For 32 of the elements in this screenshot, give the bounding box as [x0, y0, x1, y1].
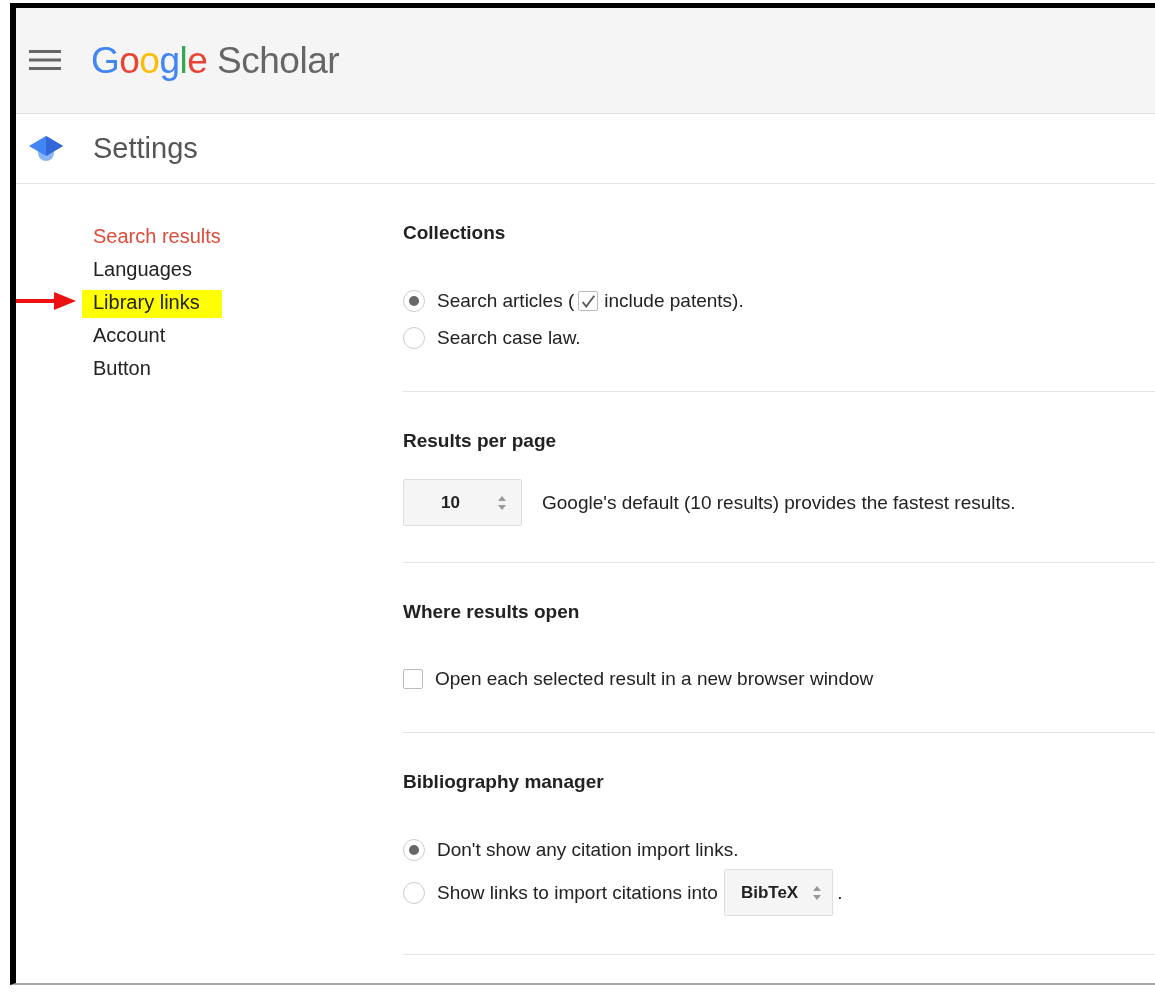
section-heading: Results per page	[403, 429, 558, 453]
menu-icon[interactable]	[29, 49, 61, 70]
sidebar-item[interactable]: Button	[93, 357, 151, 380]
option-label: Search case law.	[437, 327, 581, 349]
checkbox[interactable]	[403, 669, 423, 689]
section-heading: Where results open	[403, 600, 581, 624]
checkbox[interactable]	[578, 291, 599, 311]
logo[interactable]: Google Scholar	[91, 39, 340, 82]
radio-button[interactable]	[403, 327, 425, 349]
results-select[interactable]: 10	[403, 479, 522, 526]
radio-button[interactable]	[403, 839, 425, 861]
sidebar-item[interactable]: Search results	[93, 225, 221, 248]
radio-button[interactable]	[403, 290, 425, 312]
option-label: Search articles (	[437, 290, 575, 312]
section-heading: Bibliography manager	[403, 770, 605, 794]
spinner-icon	[812, 884, 823, 901]
sidebar-item[interactable]: Account	[93, 324, 166, 347]
select-note: Google's default (10 results) provides the fastest results.	[542, 491, 1016, 514]
spinner-icon	[497, 494, 507, 511]
sidebar-item[interactable]: Library links	[93, 291, 200, 314]
option-label: Show links to import citations into	[437, 881, 718, 904]
format-select[interactable]: BibTeX	[723, 869, 834, 916]
arrow-icon	[16, 290, 76, 312]
sidebar-item[interactable]: Languages	[93, 258, 192, 281]
radio-button[interactable]	[403, 881, 425, 904]
option-label: Open each selected result in a new browser window	[435, 668, 874, 690]
page-title: Settings	[93, 132, 198, 165]
option-label: .	[837, 881, 843, 904]
graduation-cap-icon	[29, 135, 63, 162]
section-heading: Collections	[403, 221, 507, 245]
option-label: Don't show any citation import links.	[437, 839, 739, 861]
option-label: include patents).	[604, 290, 744, 312]
